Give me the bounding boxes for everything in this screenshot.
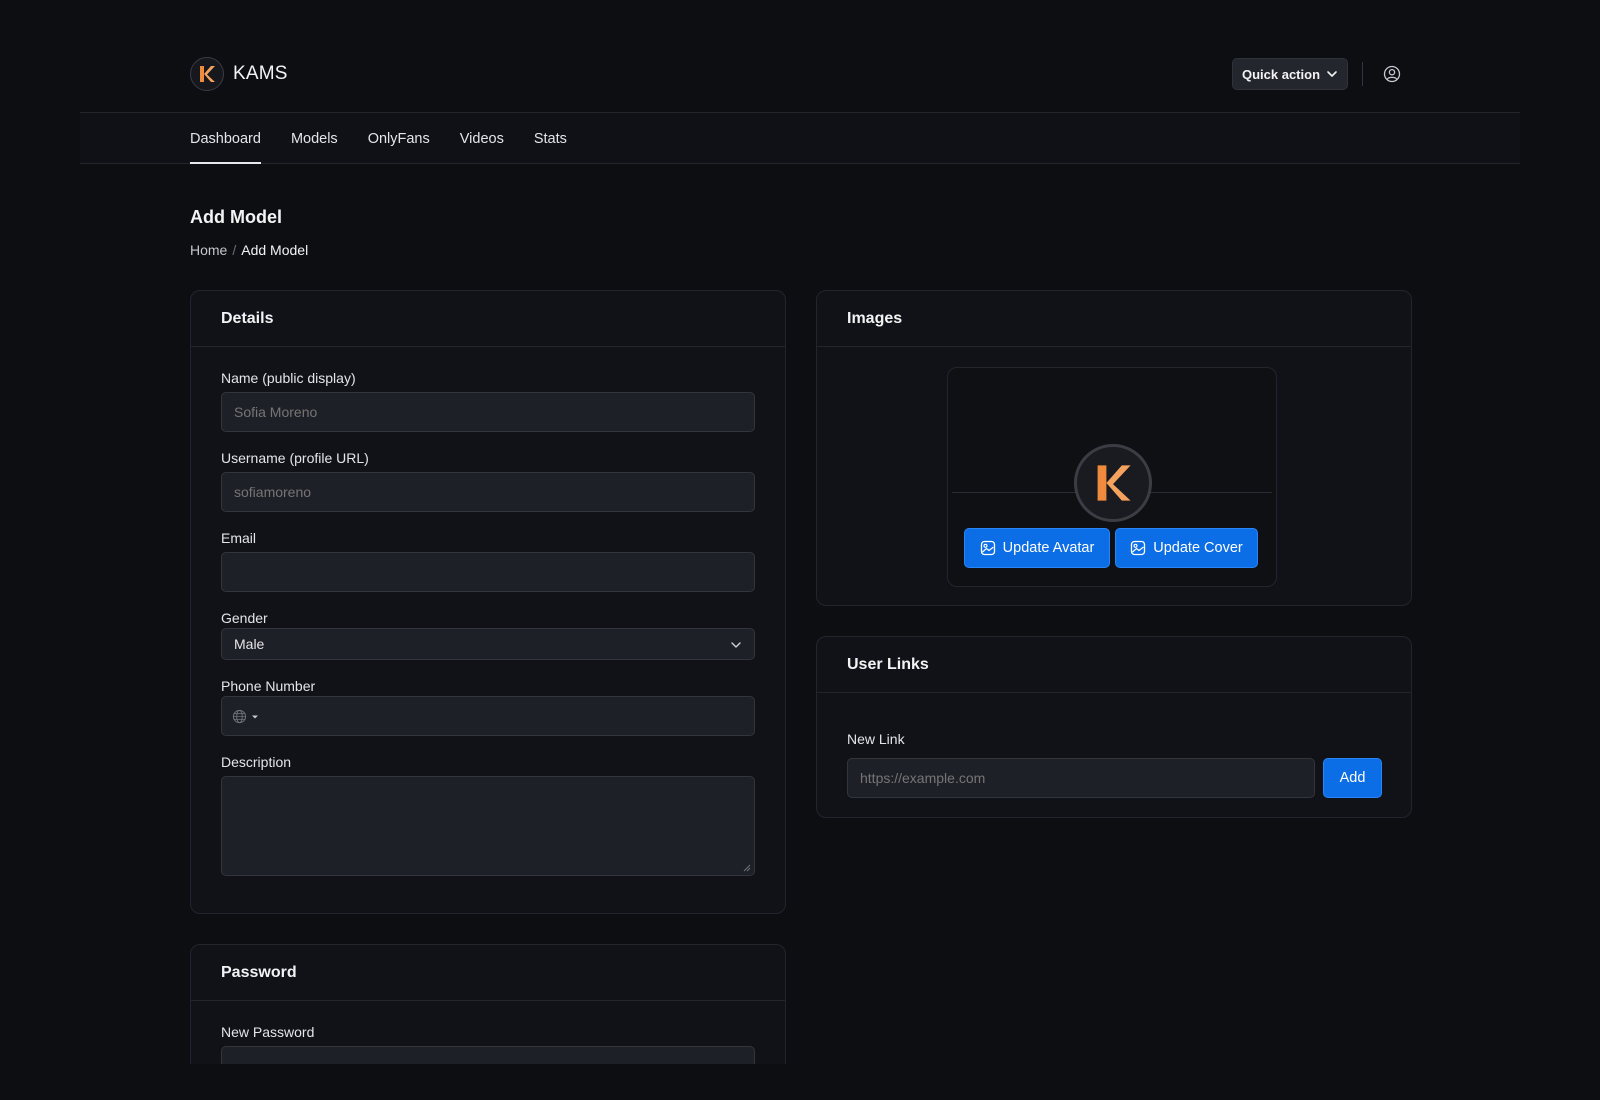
chevron-down-icon: [731, 642, 741, 648]
description-label: Description: [221, 754, 292, 770]
cover-image-preview: Update Avatar Update Cover: [947, 367, 1277, 587]
breadcrumb-current: Add Model: [241, 242, 309, 258]
caret-down-icon: [252, 715, 258, 718]
phone-label: Phone Number: [221, 678, 316, 694]
details-card-title: Details: [191, 291, 785, 347]
images-card-title: Images: [817, 291, 1411, 347]
username-label: Username (profile URL): [221, 450, 369, 466]
update-avatar-label: Update Avatar: [1002, 540, 1095, 556]
user-links-card: User Links New Link Add: [816, 636, 1412, 818]
images-card: Images Update Avatar Update Cover: [816, 290, 1412, 606]
country-code-selector[interactable]: [232, 709, 259, 724]
page-title: Add Model: [190, 207, 282, 227]
description-textarea[interactable]: [221, 776, 755, 876]
update-avatar-button[interactable]: Update Avatar: [964, 528, 1110, 568]
image-icon: [1131, 540, 1146, 556]
brand[interactable]: KAMS: [190, 57, 288, 91]
globe-icon: [232, 709, 247, 724]
name-label: Name (public display): [221, 370, 356, 386]
gender-selected-value: Male: [234, 636, 265, 652]
new-password-label: New Password: [221, 1024, 315, 1040]
nav-item-dashboard[interactable]: Dashboard: [190, 113, 261, 164]
add-link-button[interactable]: Add: [1323, 758, 1382, 798]
new-password-input[interactable]: [221, 1046, 755, 1064]
user-menu-button[interactable]: [1382, 64, 1402, 84]
nav-item-stats[interactable]: Stats: [534, 113, 567, 164]
brand-logo-icon: [190, 57, 224, 91]
brand-name: KAMS: [233, 63, 288, 84]
main-nav: Dashboard Models OnlyFans Videos Stats: [80, 113, 1520, 164]
update-cover-label: Update Cover: [1153, 540, 1243, 556]
gender-select[interactable]: Male: [221, 628, 755, 660]
header-divider: [1362, 62, 1363, 86]
gender-label: Gender: [221, 610, 268, 626]
email-input[interactable]: [221, 552, 755, 592]
app-frame: KAMS Quick action Dashboard Models OnlyF…: [80, 0, 1520, 1064]
chevron-down-icon: [1327, 71, 1337, 77]
quick-action-button[interactable]: Quick action: [1232, 58, 1348, 90]
password-card-title: Password: [191, 945, 785, 1001]
new-link-label: New Link: [847, 731, 905, 747]
top-bar: KAMS Quick action: [80, 0, 1520, 113]
image-icon: [980, 540, 995, 556]
avatar-image: [1074, 444, 1152, 522]
nav-item-onlyfans[interactable]: OnlyFans: [368, 113, 430, 164]
name-input[interactable]: [221, 392, 755, 432]
breadcrumb: Home / Add Model: [190, 242, 308, 258]
user-links-card-title: User Links: [817, 637, 1411, 693]
breadcrumb-separator: /: [232, 242, 237, 258]
breadcrumb-home-link[interactable]: Home: [190, 242, 227, 258]
quick-action-label: Quick action: [1241, 66, 1321, 82]
update-cover-button[interactable]: Update Cover: [1115, 528, 1258, 568]
phone-input[interactable]: [221, 696, 755, 736]
email-label: Email: [221, 530, 257, 546]
resize-grip-icon[interactable]: [743, 864, 751, 872]
brand-logo-icon: [1097, 465, 1131, 501]
password-card: Password New Password: [190, 944, 786, 1064]
new-link-input[interactable]: [847, 758, 1315, 798]
nav-item-videos[interactable]: Videos: [460, 113, 504, 164]
user-circle-icon: [1383, 65, 1401, 83]
details-card: Details Name (public display) Username (…: [190, 290, 786, 914]
username-input[interactable]: [221, 472, 755, 512]
nav-item-models[interactable]: Models: [291, 113, 338, 164]
